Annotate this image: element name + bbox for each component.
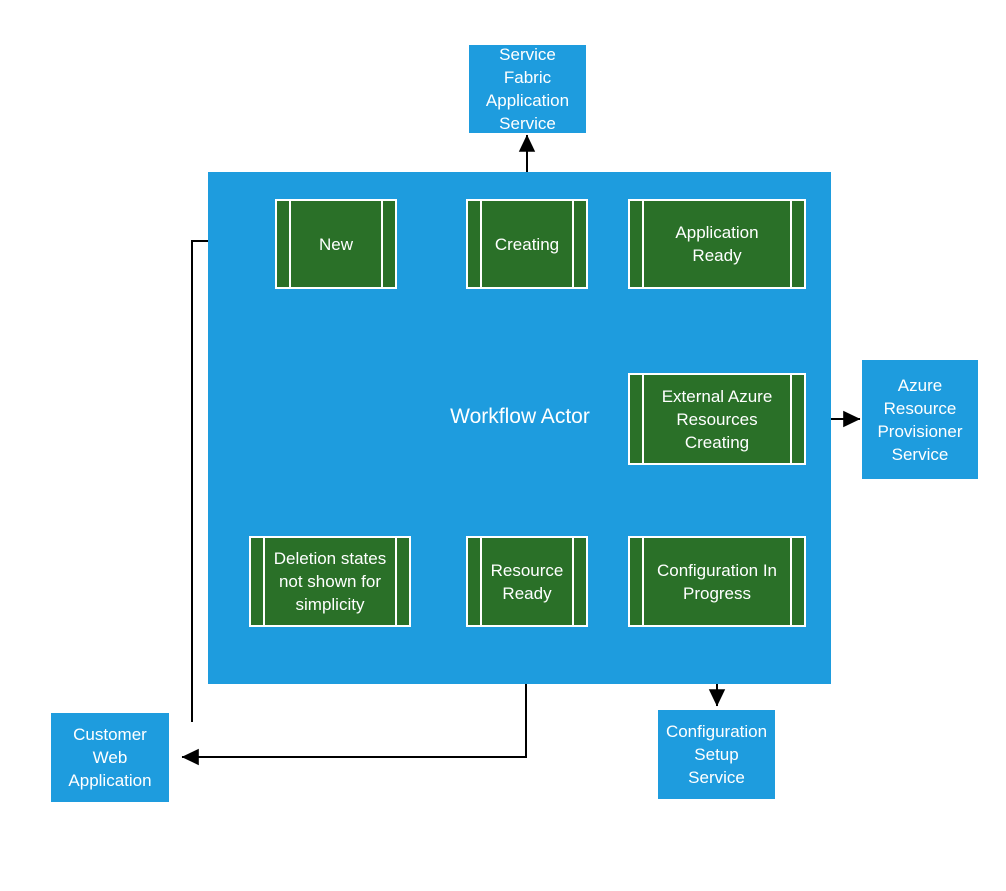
configuration-setup-service[interactable]: Configuration Setup Service bbox=[658, 710, 775, 799]
config-setup-line2: Setup Service bbox=[688, 745, 745, 787]
azure-resource-provisioner-service[interactable]: Azure Resource Provisioner Service bbox=[862, 360, 978, 479]
state-application-ready-line1: Application bbox=[675, 223, 759, 242]
config-setup-line1: Configuration bbox=[665, 722, 768, 741]
state-configuration-in-progress[interactable]: Configuration In Progress bbox=[628, 536, 806, 627]
configuration-in-progress-line2: Progress bbox=[682, 583, 752, 603]
external-azure-line3: Creating bbox=[684, 432, 750, 452]
state-external-azure-resources-creating[interactable]: External Azure Resources Creating bbox=[628, 373, 806, 465]
external-azure-line1: External Azure bbox=[661, 386, 773, 406]
customer-web-line1: Customer bbox=[73, 725, 147, 744]
state-external-azure-resources-creating-label: External Azure Resources Creating bbox=[646, 385, 789, 454]
diagram-canvas: Workflow Actor New Creating Application … bbox=[0, 0, 1006, 891]
resource-ready-line2: Ready bbox=[502, 583, 552, 603]
resource-ready-line1: Resource bbox=[490, 560, 564, 580]
state-configuration-in-progress-label: Configuration In Progress bbox=[641, 559, 793, 605]
azure-resource-provisioner-service-label: Azure Resource Provisioner Service bbox=[871, 374, 968, 466]
service-fabric-line3: Service bbox=[499, 114, 556, 133]
workflow-actor-label: Workflow Actor bbox=[450, 405, 590, 428]
state-new-label: New bbox=[318, 234, 353, 254]
process-bar-left-icon bbox=[642, 201, 644, 287]
process-bar-left-icon bbox=[289, 201, 291, 287]
state-creating-label: Creating bbox=[494, 234, 560, 254]
azure-provisioner-line2: Resource bbox=[883, 398, 957, 418]
note-deletion-states: Deletion states not shown for simplicity bbox=[249, 536, 411, 627]
state-resource-ready-label: Resource Ready bbox=[475, 559, 580, 605]
process-bar-right-icon bbox=[381, 201, 383, 287]
state-application-ready-line2: Ready bbox=[692, 246, 742, 265]
note-line2: not shown for bbox=[278, 572, 382, 591]
service-fabric-application-service-label: Service Fabric Application Service bbox=[469, 43, 586, 135]
customer-web-application[interactable]: Customer Web Application bbox=[51, 713, 169, 802]
configuration-setup-service-label: Configuration Setup Service bbox=[658, 720, 775, 789]
service-fabric-application-service[interactable]: Service Fabric Application Service bbox=[469, 45, 586, 133]
state-resource-ready[interactable]: Resource Ready bbox=[466, 536, 588, 627]
state-application-ready[interactable]: Application Ready bbox=[628, 199, 806, 289]
note-line3: simplicity bbox=[295, 595, 365, 614]
azure-provisioner-line3: Provisioner bbox=[877, 421, 963, 441]
state-application-ready-label: Application Ready bbox=[659, 221, 774, 267]
azure-provisioner-line1: Azure bbox=[897, 375, 943, 395]
note-line1: Deletion states bbox=[273, 549, 387, 568]
customer-web-application-label: Customer Web Application bbox=[62, 723, 157, 792]
configuration-in-progress-line1: Configuration In bbox=[656, 560, 778, 580]
process-bar-right-icon bbox=[790, 201, 792, 287]
azure-provisioner-line4: Service bbox=[891, 444, 949, 464]
customer-web-line2: Web bbox=[92, 748, 128, 767]
process-bar-left-icon bbox=[642, 375, 644, 463]
customer-web-line3: Application bbox=[68, 771, 152, 790]
external-azure-line2: Resources bbox=[676, 409, 758, 429]
state-new[interactable]: New bbox=[275, 199, 397, 289]
state-creating[interactable]: Creating bbox=[466, 199, 588, 289]
note-deletion-states-label: Deletion states not shown for simplicity bbox=[258, 547, 402, 616]
service-fabric-line2: Application bbox=[485, 91, 570, 110]
service-fabric-line1: Service Fabric bbox=[499, 45, 556, 87]
process-bar-right-icon bbox=[790, 375, 792, 463]
